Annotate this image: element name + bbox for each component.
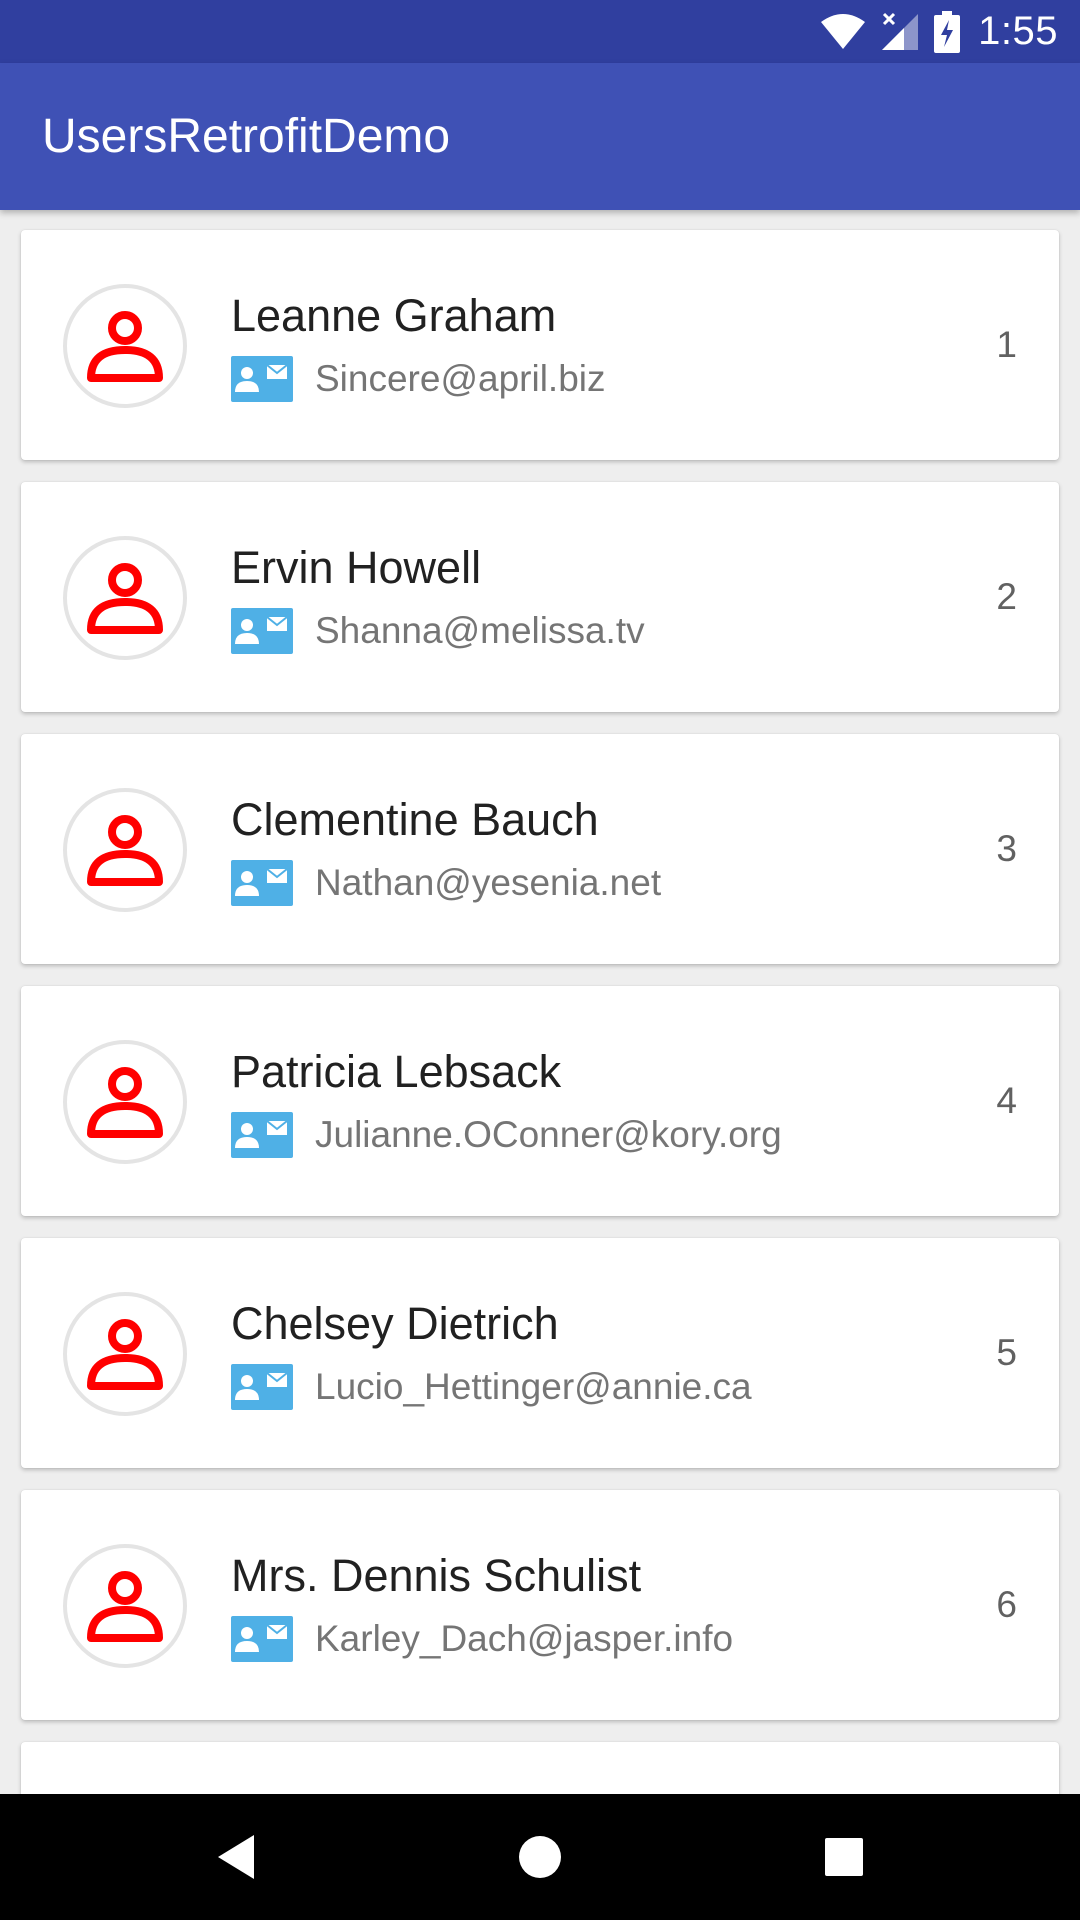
- user-id: 2: [996, 576, 1017, 617]
- user-email: Nathan@yesenia.net: [315, 862, 662, 903]
- back-icon: [218, 1835, 254, 1879]
- avatar: [63, 1292, 187, 1416]
- user-name: Ervin Howell: [231, 542, 482, 593]
- avatar: [63, 536, 187, 660]
- status-bar: 1:55: [0, 0, 1080, 63]
- user-id: 3: [996, 828, 1017, 869]
- user-id: 6: [996, 1584, 1017, 1625]
- person-icon: [87, 1319, 163, 1390]
- contact-mail-icon: [231, 1364, 293, 1410]
- cell-signal-icon: [882, 12, 919, 50]
- avatar: [63, 1040, 187, 1164]
- user-name: Patricia Lebsack: [231, 1046, 562, 1097]
- user-email: Julianne.OConner@kory.org: [315, 1114, 782, 1155]
- user-card[interactable]: Clementine Bauch Nathan@yesenia.net 3: [21, 734, 1059, 964]
- user-list[interactable]: Leanne Graham Sincere@april.biz 1 Ervin …: [0, 210, 1080, 1794]
- battery-charging-icon: [934, 10, 961, 53]
- contact-mail-icon: [231, 1112, 293, 1158]
- back-button[interactable]: [206, 1827, 266, 1887]
- user-card[interactable]: [21, 1742, 1059, 1794]
- user-card[interactable]: Ervin Howell Shanna@melissa.tv 2: [21, 482, 1059, 712]
- user-card[interactable]: Patricia Lebsack Julianne.OConner@kory.o…: [21, 986, 1059, 1216]
- avatar: [63, 1544, 187, 1668]
- recents-button[interactable]: [814, 1827, 874, 1887]
- user-name: Mrs. Dennis Schulist: [231, 1550, 642, 1601]
- user-id: 1: [996, 324, 1017, 365]
- contact-mail-icon: [231, 1616, 293, 1662]
- contact-mail-icon: [231, 356, 293, 402]
- person-icon: [87, 311, 163, 382]
- wifi-icon: [821, 13, 866, 49]
- contact-mail-icon: [231, 860, 293, 906]
- navigation-bar: [0, 1794, 1080, 1920]
- person-icon: [87, 815, 163, 886]
- user-name: Clementine Bauch: [231, 794, 599, 845]
- user-email: Shanna@melissa.tv: [315, 610, 645, 651]
- user-email: Lucio_Hettinger@annie.ca: [315, 1366, 752, 1407]
- home-button[interactable]: [510, 1827, 570, 1887]
- status-icons: 1:55: [820, 0, 1080, 63]
- app-title: UsersRetrofitDemo: [42, 110, 451, 163]
- person-icon: [87, 563, 163, 634]
- user-card[interactable]: Chelsey Dietrich Lucio_Hettinger@annie.c…: [21, 1238, 1059, 1468]
- user-email: Sincere@april.biz: [315, 358, 606, 399]
- user-card[interactable]: Leanne Graham Sincere@april.biz 1: [21, 230, 1059, 460]
- avatar: [63, 284, 187, 408]
- recents-icon: [825, 1838, 863, 1876]
- avatar: [63, 788, 187, 912]
- user-id: 4: [996, 1080, 1017, 1121]
- user-name: Chelsey Dietrich: [231, 1298, 559, 1349]
- contact-mail-icon: [231, 608, 293, 654]
- user-email: Karley_Dach@jasper.info: [315, 1618, 734, 1659]
- user-card[interactable]: Mrs. Dennis Schulist Karley_Dach@jasper.…: [21, 1490, 1059, 1720]
- status-time: 1:55: [978, 9, 1058, 53]
- person-icon: [87, 1571, 163, 1642]
- user-id: 5: [996, 1332, 1017, 1373]
- home-icon: [519, 1836, 561, 1878]
- person-icon: [87, 1067, 163, 1138]
- app-bar: UsersRetrofitDemo: [0, 63, 1080, 210]
- user-name: Leanne Graham: [231, 290, 557, 341]
